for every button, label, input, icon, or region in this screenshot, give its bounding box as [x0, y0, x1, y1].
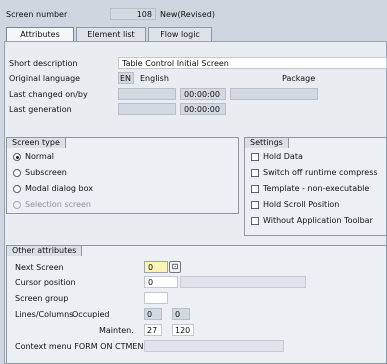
original-language-code: EN: [118, 72, 134, 84]
mainten-columns-input[interactable]: 120: [172, 324, 194, 336]
original-language-name: English: [140, 74, 169, 83]
screen-number-field: 108: [110, 8, 156, 20]
radio-normal-label: Normal: [25, 152, 54, 161]
checkbox-hold-data-label: Hold Data: [263, 152, 303, 161]
checkbox-template-non-executable[interactable]: [251, 185, 259, 193]
last-generation-label: Last generation: [9, 105, 72, 114]
radio-modal-dialog-box-label: Modal dialog box: [25, 184, 93, 193]
radio-normal[interactable]: [13, 153, 21, 161]
screen-group-label: Screen group: [15, 294, 69, 303]
context-menu-input[interactable]: [144, 340, 284, 352]
other-attributes-title: Other attributes: [6, 245, 83, 256]
radio-subscreen-label: Subscreen: [25, 168, 67, 177]
checkbox-switch-off-runtime-compress-label: Switch off runtime compress: [263, 168, 378, 177]
screen-status: New(Revised): [160, 10, 215, 19]
last-changed-label: Last changed on/by: [9, 90, 88, 99]
tab-element-list[interactable]: Element list: [76, 27, 146, 41]
last-changed-date-field: [118, 88, 176, 100]
last-changed-user-field: [230, 88, 318, 100]
occupied-columns-field: 0: [172, 308, 190, 320]
lines-columns-label: Lines/Columns: [15, 310, 74, 319]
occupied-lines-field: 0: [144, 308, 162, 320]
last-generation-date-field: [118, 103, 176, 115]
screen-type-title: Screen type: [6, 137, 66, 148]
checkbox-without-application-toolbar-label: Without Application Toolbar: [263, 216, 373, 225]
last-changed-time-field: 00:00:00: [180, 88, 226, 100]
checkbox-without-application-toolbar[interactable]: [251, 217, 259, 225]
next-screen-label: Next Screen: [15, 263, 64, 272]
original-language-label: Original language: [9, 74, 81, 83]
checkbox-switch-off-runtime-compress[interactable]: [251, 169, 259, 177]
radio-selection-screen: [13, 201, 21, 209]
screen-number-label: Screen number: [6, 10, 68, 19]
value-help-icon[interactable]: ⊡: [169, 261, 181, 273]
mainten-lines-input[interactable]: 27: [144, 324, 162, 336]
checkbox-template-non-executable-label: Template - non-executable: [263, 184, 370, 193]
checkbox-hold-scroll-position[interactable]: [251, 201, 259, 209]
radio-subscreen[interactable]: [13, 169, 21, 177]
context-menu-label: Context menu FORM ON CTMENU: [15, 342, 150, 351]
short-description-label: Short description: [9, 59, 78, 68]
settings-title: Settings: [244, 137, 289, 148]
checkbox-hold-data[interactable]: [251, 153, 259, 161]
next-screen-input[interactable]: 0: [144, 261, 168, 273]
cursor-position-extension-field: [180, 276, 306, 288]
radio-modal-dialog-box[interactable]: [13, 185, 21, 193]
screen-group-input[interactable]: [144, 292, 168, 304]
short-description-input[interactable]: Table Control Initial Screen: [118, 57, 387, 69]
tab-attributes[interactable]: Attributes: [6, 27, 74, 42]
package-label: Package: [282, 74, 316, 83]
occupied-label: Occupied: [72, 310, 110, 319]
cursor-position-label: Cursor position: [15, 278, 76, 287]
cursor-position-input[interactable]: 0: [144, 276, 178, 288]
last-generation-time-field: 00:00:00: [180, 103, 226, 115]
mainten-label: Mainten.: [99, 326, 134, 335]
radio-selection-screen-label: Selection screen: [25, 200, 92, 209]
tab-flow-logic[interactable]: Flow logic: [148, 27, 212, 41]
checkbox-hold-scroll-position-label: Hold Scroll Position: [263, 200, 340, 209]
